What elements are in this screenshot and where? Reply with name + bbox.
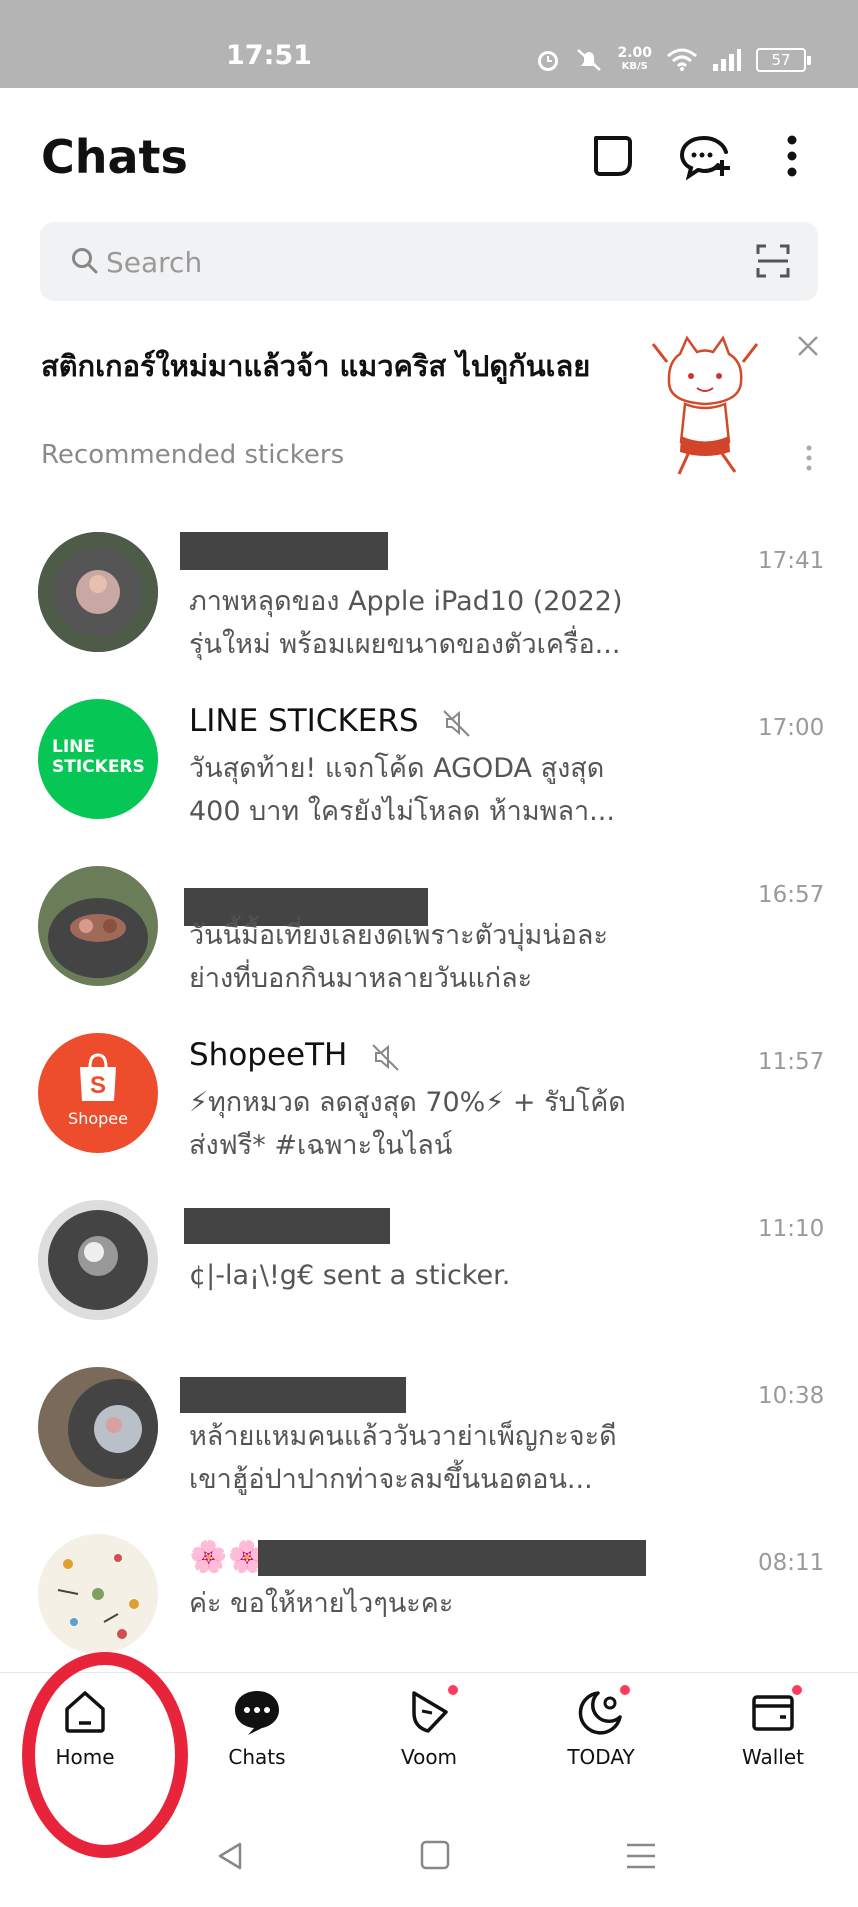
- redacted-name: [184, 1208, 390, 1244]
- status-time: 17:51: [226, 40, 312, 71]
- open-chat-icon[interactable]: [584, 128, 640, 184]
- chat-time: 08:11: [758, 1550, 825, 1576]
- nav-wallet[interactable]: Wallet: [698, 1685, 848, 1787]
- home-icon: [65, 1691, 105, 1733]
- chat-row[interactable]: LINE STICKERS LINE STICKERS วันสุดท้าย! …: [0, 687, 858, 854]
- redacted-name: [258, 1540, 646, 1576]
- chat-time: 10:38: [758, 1383, 825, 1409]
- notification-dot: [448, 1685, 458, 1695]
- chat-name-text: ShopeeTH: [189, 1037, 348, 1073]
- network-speed: 2.00 KB/S: [617, 46, 652, 74]
- redacted-name: [180, 532, 388, 570]
- chat-bubble-icon: [235, 1691, 279, 1735]
- svg-text:S: S: [90, 1072, 106, 1099]
- cat-sticker-image: [651, 335, 759, 475]
- avatar: [38, 532, 158, 652]
- mute-icon: [372, 1043, 399, 1071]
- notification-dot: [620, 1685, 630, 1695]
- shopee-avatar: S Shopee: [38, 1033, 158, 1153]
- chat-preview: ค่ะ ขอให้หายไวๆนะคะ: [189, 1588, 454, 1619]
- chat-time: 16:57: [758, 882, 825, 908]
- alarm-icon: [538, 51, 559, 71]
- chat-preview: วันสุดท้าย! แจกโค้ด AGODA สูงสุด 400 บาท…: [189, 753, 615, 827]
- avatar: [38, 1200, 158, 1320]
- battery-indicator: 57: [756, 48, 811, 72]
- today-moon-icon: [578, 1691, 622, 1735]
- chat-name: ShopeeTH: [189, 1037, 401, 1073]
- nav-home-label: Home: [55, 1745, 115, 1769]
- speed-unit: KB/S: [621, 61, 648, 72]
- chat-row[interactable]: หล้ายแหมคนแล้ววันวาย่าเพ็ญกะจะดีเขาฮู้อ่…: [0, 1355, 858, 1522]
- avatar-text-shopee: Shopee: [68, 1109, 128, 1128]
- status-icons: 2.00 KB/S 57: [535, 40, 811, 80]
- banner-headline: สติกเกอร์ใหม่มาแล้วจ้า แมวคริส ไปดูกันเล…: [41, 349, 591, 383]
- chat-name: 🌸🌸: [189, 1539, 267, 1575]
- notification-dot: [792, 1685, 802, 1695]
- nav-home[interactable]: Home: [10, 1687, 160, 1787]
- speed-value: 2.00: [617, 45, 652, 61]
- bottom-navigation: Home Chats Voom TODAY Wallet: [0, 1672, 858, 1791]
- nav-today-label: TODAY: [567, 1745, 635, 1769]
- line-stickers-avatar: LINE STICKERS: [38, 699, 158, 819]
- chat-preview: ¢|-la¡\!g€ sent a sticker.: [189, 1260, 511, 1291]
- shopee-bag-icon: S: [80, 1053, 116, 1101]
- chat-time: 11:10: [758, 1216, 825, 1242]
- search-input[interactable]: [104, 238, 728, 286]
- qr-scan-icon[interactable]: [756, 244, 790, 278]
- wallet-icon: [752, 1695, 794, 1731]
- chat-row[interactable]: ภาพหลุดของ Apple iPad10 (2022) รุ่นใหม่ …: [0, 520, 858, 687]
- chat-name: LINE STICKERS: [189, 703, 472, 739]
- voom-play-icon: [412, 1691, 448, 1733]
- nav-wallet-label: Wallet: [741, 1745, 804, 1769]
- home-button-icon[interactable]: [420, 1840, 450, 1870]
- chat-row[interactable]: S Shopee ShopeeTH ⚡ทุกหมวด ลดสูงสุด 70%⚡…: [0, 1021, 858, 1188]
- new-chat-icon[interactable]: [676, 128, 732, 184]
- avatar-text-stickers: STICKERS: [52, 757, 145, 777]
- chat-preview: วันนี้มื้อเที่ยงเลยงดเพราะตัวบุ่มน่อละย่…: [189, 920, 608, 994]
- chat-preview: ภาพหลุดของ Apple iPad10 (2022) รุ่นใหม่ …: [189, 586, 623, 660]
- system-navigation-bar: [0, 1800, 858, 1907]
- nav-voom[interactable]: Voom: [354, 1685, 504, 1787]
- page-title: Chats: [41, 130, 188, 184]
- signal-icon: [713, 49, 741, 71]
- search-icon: [72, 248, 98, 274]
- recent-apps-icon[interactable]: [625, 1840, 657, 1872]
- mute-bell-icon: [577, 49, 602, 71]
- sticker-promo-banner[interactable]: สติกเกอร์ใหม่มาแล้วจ้า แมวคริส ไปดูกันเล…: [0, 320, 858, 495]
- close-icon[interactable]: [796, 334, 820, 358]
- nav-today[interactable]: TODAY: [526, 1685, 676, 1787]
- chat-time: 11:57: [758, 1049, 825, 1075]
- search-bar[interactable]: [40, 222, 818, 301]
- redacted-name: [180, 1377, 406, 1413]
- more-options-icon[interactable]: [764, 128, 820, 184]
- avatar-text-line: LINE: [52, 737, 95, 757]
- chat-preview: ⚡ทุกหมวด ลดสูงสุด 70%⚡ + รับโค้ดส่งฟรี* …: [189, 1087, 626, 1161]
- wifi-icon: [667, 48, 697, 71]
- header: Chats: [0, 88, 858, 218]
- status-bar: 17:51 2.00 KB/S 57: [0, 0, 858, 88]
- chat-row[interactable]: ¢|-la¡\!g€ sent a sticker. 11:10: [0, 1188, 858, 1355]
- mute-icon: [443, 709, 471, 737]
- chat-time: 17:41: [758, 548, 825, 574]
- avatar: [38, 1534, 158, 1654]
- banner-subtitle: Recommended stickers: [41, 440, 345, 470]
- avatar: [38, 866, 158, 986]
- chat-row[interactable]: วันนี้มื้อเที่ยงเลยงดเพราะตัวบุ่มน่อละย่…: [0, 854, 858, 1021]
- chat-name-text: LINE STICKERS: [189, 703, 419, 739]
- nav-voom-label: Voom: [400, 1745, 458, 1769]
- banner-more-icon[interactable]: [804, 444, 814, 474]
- nav-chats[interactable]: Chats: [182, 1687, 332, 1787]
- avatar: [38, 1367, 158, 1487]
- chat-row[interactable]: 🌸🌸 ค่ะ ขอให้หายไวๆนะคะ 08:11: [0, 1522, 858, 1689]
- chat-preview: หล้ายแหมคนแล้ววันวาย่าเพ็ญกะจะดีเขาฮู้อ่…: [189, 1421, 617, 1495]
- nav-chats-label: Chats: [228, 1745, 286, 1769]
- chat-time: 17:00: [758, 715, 825, 741]
- back-icon[interactable]: [214, 1840, 246, 1872]
